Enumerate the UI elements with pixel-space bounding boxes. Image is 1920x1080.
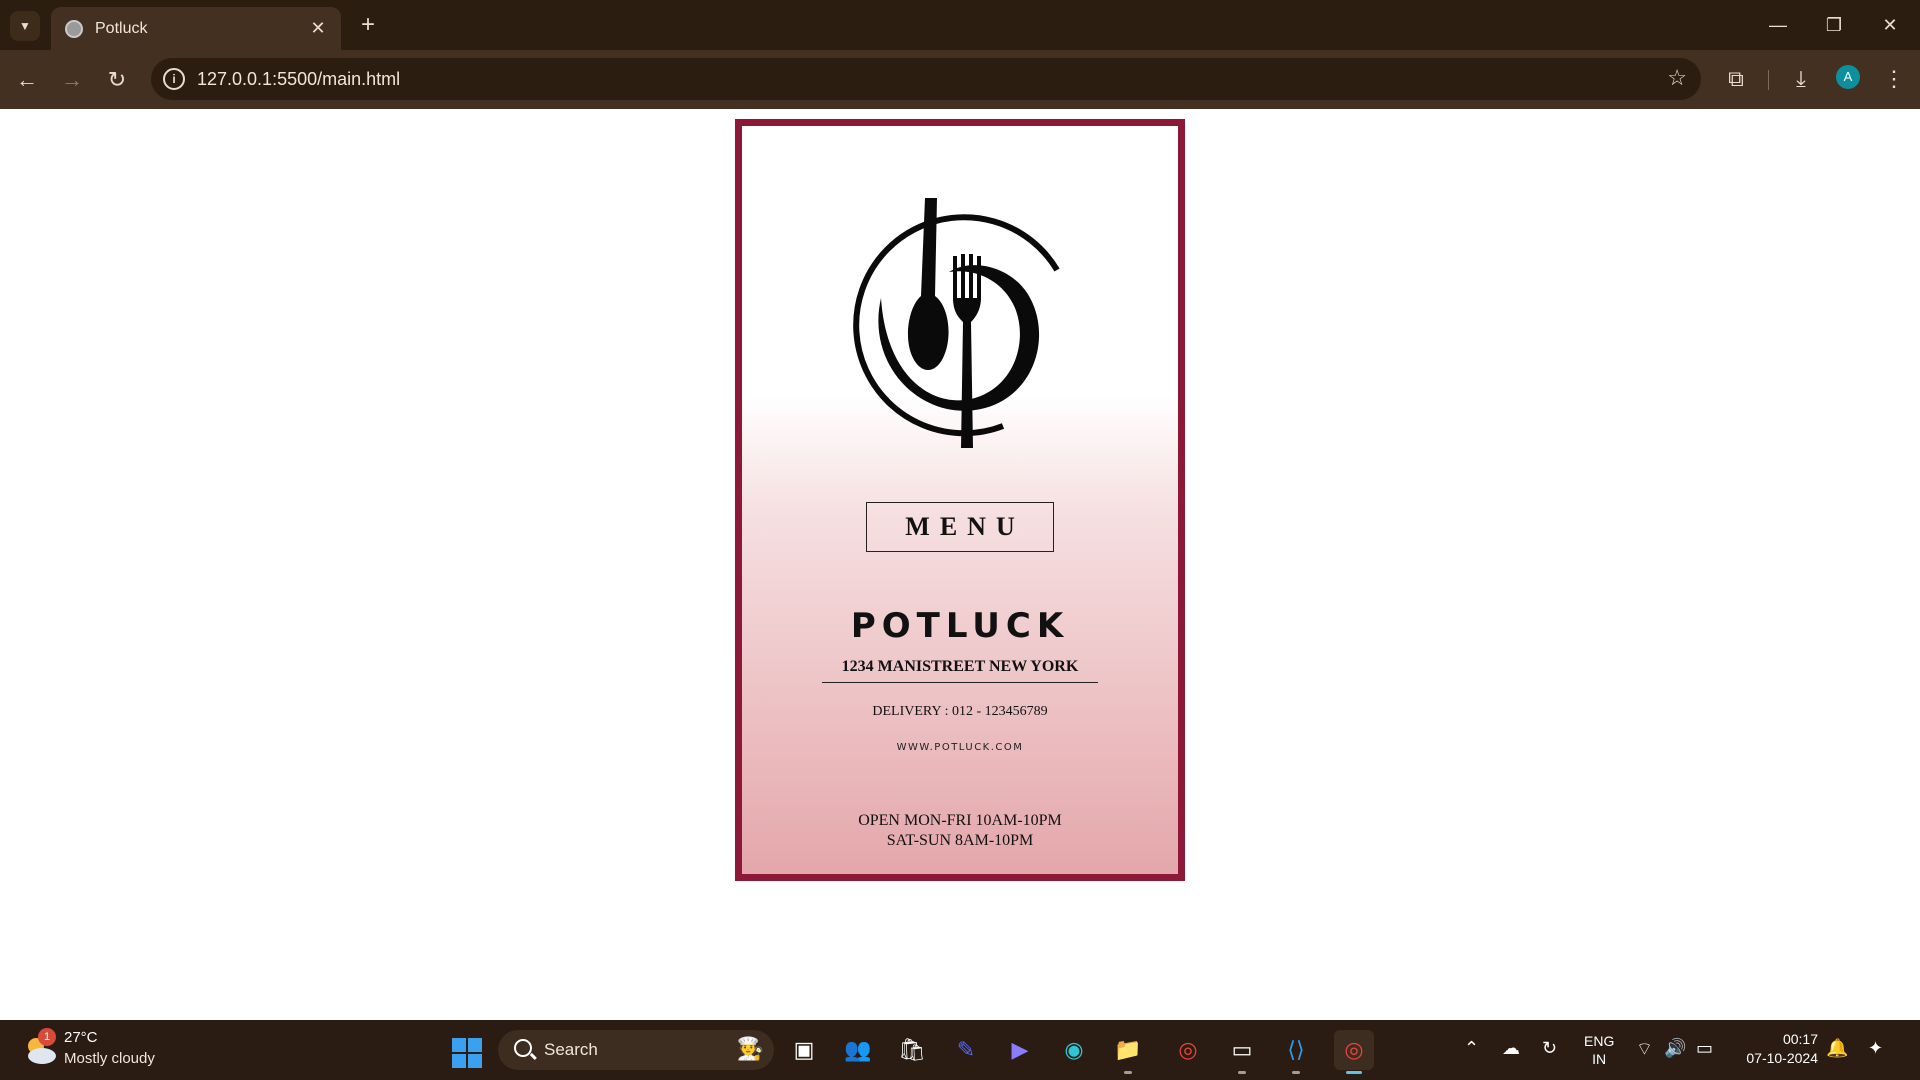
tab-search-button[interactable]: ▼ — [10, 11, 40, 41]
start-tile — [468, 1038, 482, 1052]
running-indicator — [1124, 1071, 1132, 1074]
taskbar-search[interactable]: Search 🧑‍🍳 — [498, 1030, 774, 1070]
back-button[interactable]: ← — [12, 65, 42, 95]
tab-potluck[interactable]: Potluck ✕ — [51, 7, 341, 50]
tab-title: Potluck — [95, 19, 148, 37]
hours-weekday: OPEN MON-FRI 10AM-10PM — [858, 812, 1062, 829]
hours-weekend: SAT-SUN 8AM-10PM — [886, 832, 1034, 849]
delivery-phone: DELIVERY : 012 - 123456789 — [872, 704, 1048, 719]
start-tile — [468, 1054, 482, 1068]
search-label: Search — [544, 1040, 598, 1059]
profile-avatar[interactable]: A — [1836, 65, 1860, 89]
close-window-button[interactable]: ✕ — [1870, 10, 1910, 40]
chrome-icon[interactable]: ◎ — [1168, 1030, 1208, 1070]
weather-temperature[interactable]: 27°C — [64, 1029, 98, 1046]
more-menu-icon[interactable]: ⋮ — [1878, 64, 1910, 96]
menu-card: MENU POTLUCK 1234 MANISTREET NEW YORK DE… — [735, 119, 1185, 881]
plate-fork-spoon-logo — [853, 198, 1060, 448]
teams-icon[interactable]: 👥 — [838, 1030, 878, 1070]
chrome-profile-icon[interactable]: ◎ — [1334, 1030, 1374, 1074]
volume-icon[interactable]: 🔊 — [1664, 1038, 1686, 1059]
minimize-button[interactable]: — — [1758, 10, 1798, 40]
browser-titlebar: ▼ Potluck ✕ + — ❐ ✕ — [0, 0, 1920, 50]
opening-hours: OPEN MON-FRI 10AM-10PM SAT-SUN 8AM-10PM — [742, 811, 1178, 851]
language-code: ENG — [1584, 1033, 1615, 1049]
onedrive-cloud-icon[interactable]: ☁ — [1502, 1038, 1520, 1059]
file-explorer-icon[interactable]: 📁 — [1108, 1030, 1148, 1074]
search-icon — [514, 1039, 532, 1057]
site-info-icon[interactable]: i — [163, 68, 185, 90]
copilot-icon[interactable]: ✦ — [1868, 1038, 1883, 1059]
active-indicator — [1346, 1071, 1362, 1074]
restaurant-name: POTLUCK — [850, 606, 1070, 646]
weather-notification-badge: 1 — [38, 1028, 56, 1046]
edge-icon[interactable]: ◉ — [1054, 1030, 1094, 1070]
weather-description[interactable]: Mostly cloudy — [64, 1050, 155, 1067]
globe-icon — [65, 19, 83, 38]
menu-heading: MENU — [866, 502, 1054, 552]
show-hidden-icons-chevron-icon[interactable]: ⌃ — [1464, 1038, 1479, 1059]
chevron-down-icon: ▼ — [19, 19, 31, 33]
address-bar[interactable]: i 127.0.0.1:5500/main.html ☆ — [151, 58, 1701, 100]
forward-button[interactable]: → — [57, 65, 87, 95]
vscode-icon[interactable]: ⟨⟩ — [1276, 1030, 1316, 1074]
wifi-icon[interactable]: ⌔ — [1636, 1038, 1653, 1061]
running-indicator — [1292, 1071, 1300, 1074]
terminal-icon[interactable]: ▭ — [1222, 1030, 1262, 1074]
clock-time: 00:17 — [1782, 1031, 1818, 1047]
download-icon[interactable]: ⤓ — [1785, 64, 1817, 96]
sync-icon[interactable]: ↻ — [1542, 1038, 1557, 1059]
bookmark-star-icon[interactable]: ☆ — [1667, 65, 1687, 91]
clock-date: 07-10-2024 — [1746, 1050, 1818, 1066]
toolbar-divider — [1768, 70, 1769, 90]
system-clock[interactable]: 00:17 07-10-2024 — [1732, 1030, 1818, 1068]
website-text: WWW.POTLUCK.COM — [896, 742, 1024, 753]
store-icon[interactable]: 🛍 — [892, 1030, 932, 1070]
page-viewport: MENU POTLUCK 1234 MANISTREET NEW YORK DE… — [0, 109, 1920, 1020]
close-tab-icon[interactable]: ✕ — [307, 18, 329, 39]
input-language[interactable]: ENG IN — [1584, 1032, 1614, 1068]
url-text[interactable]: 127.0.0.1:5500/main.html — [197, 69, 400, 90]
start-tile — [452, 1038, 466, 1052]
new-tab-button[interactable]: + — [354, 12, 382, 40]
notification-bell-icon[interactable]: 🔔 — [1826, 1038, 1848, 1059]
restore-button[interactable]: ❐ — [1814, 10, 1854, 40]
extensions-icon[interactable]: ⧉ — [1720, 64, 1752, 96]
windows-start-button[interactable] — [452, 1038, 482, 1068]
region-code: IN — [1592, 1051, 1607, 1067]
browser-toolbar: ← → ↻ i 127.0.0.1:5500/main.html ☆ ⧉ ⤓ ⋮ — [0, 50, 1920, 109]
start-tile — [452, 1054, 466, 1068]
search-highlight-icon: 🧑‍🍳 — [736, 1036, 764, 1061]
running-indicator — [1238, 1071, 1246, 1074]
battery-icon[interactable]: ▭ — [1696, 1038, 1713, 1059]
reload-button[interactable]: ↻ — [102, 65, 132, 95]
task-view-icon[interactable]: ▣ — [784, 1030, 824, 1070]
windows-taskbar: 1 27°C Mostly cloudy Search 🧑‍🍳 ▣ 👥 🛍 ✎ … — [0, 1020, 1920, 1080]
pen-app-icon[interactable]: ✎ — [946, 1030, 986, 1070]
media-player-icon[interactable]: ▶ — [1000, 1030, 1040, 1070]
restaurant-address: 1234 MANISTREET NEW YORK — [822, 658, 1098, 683]
